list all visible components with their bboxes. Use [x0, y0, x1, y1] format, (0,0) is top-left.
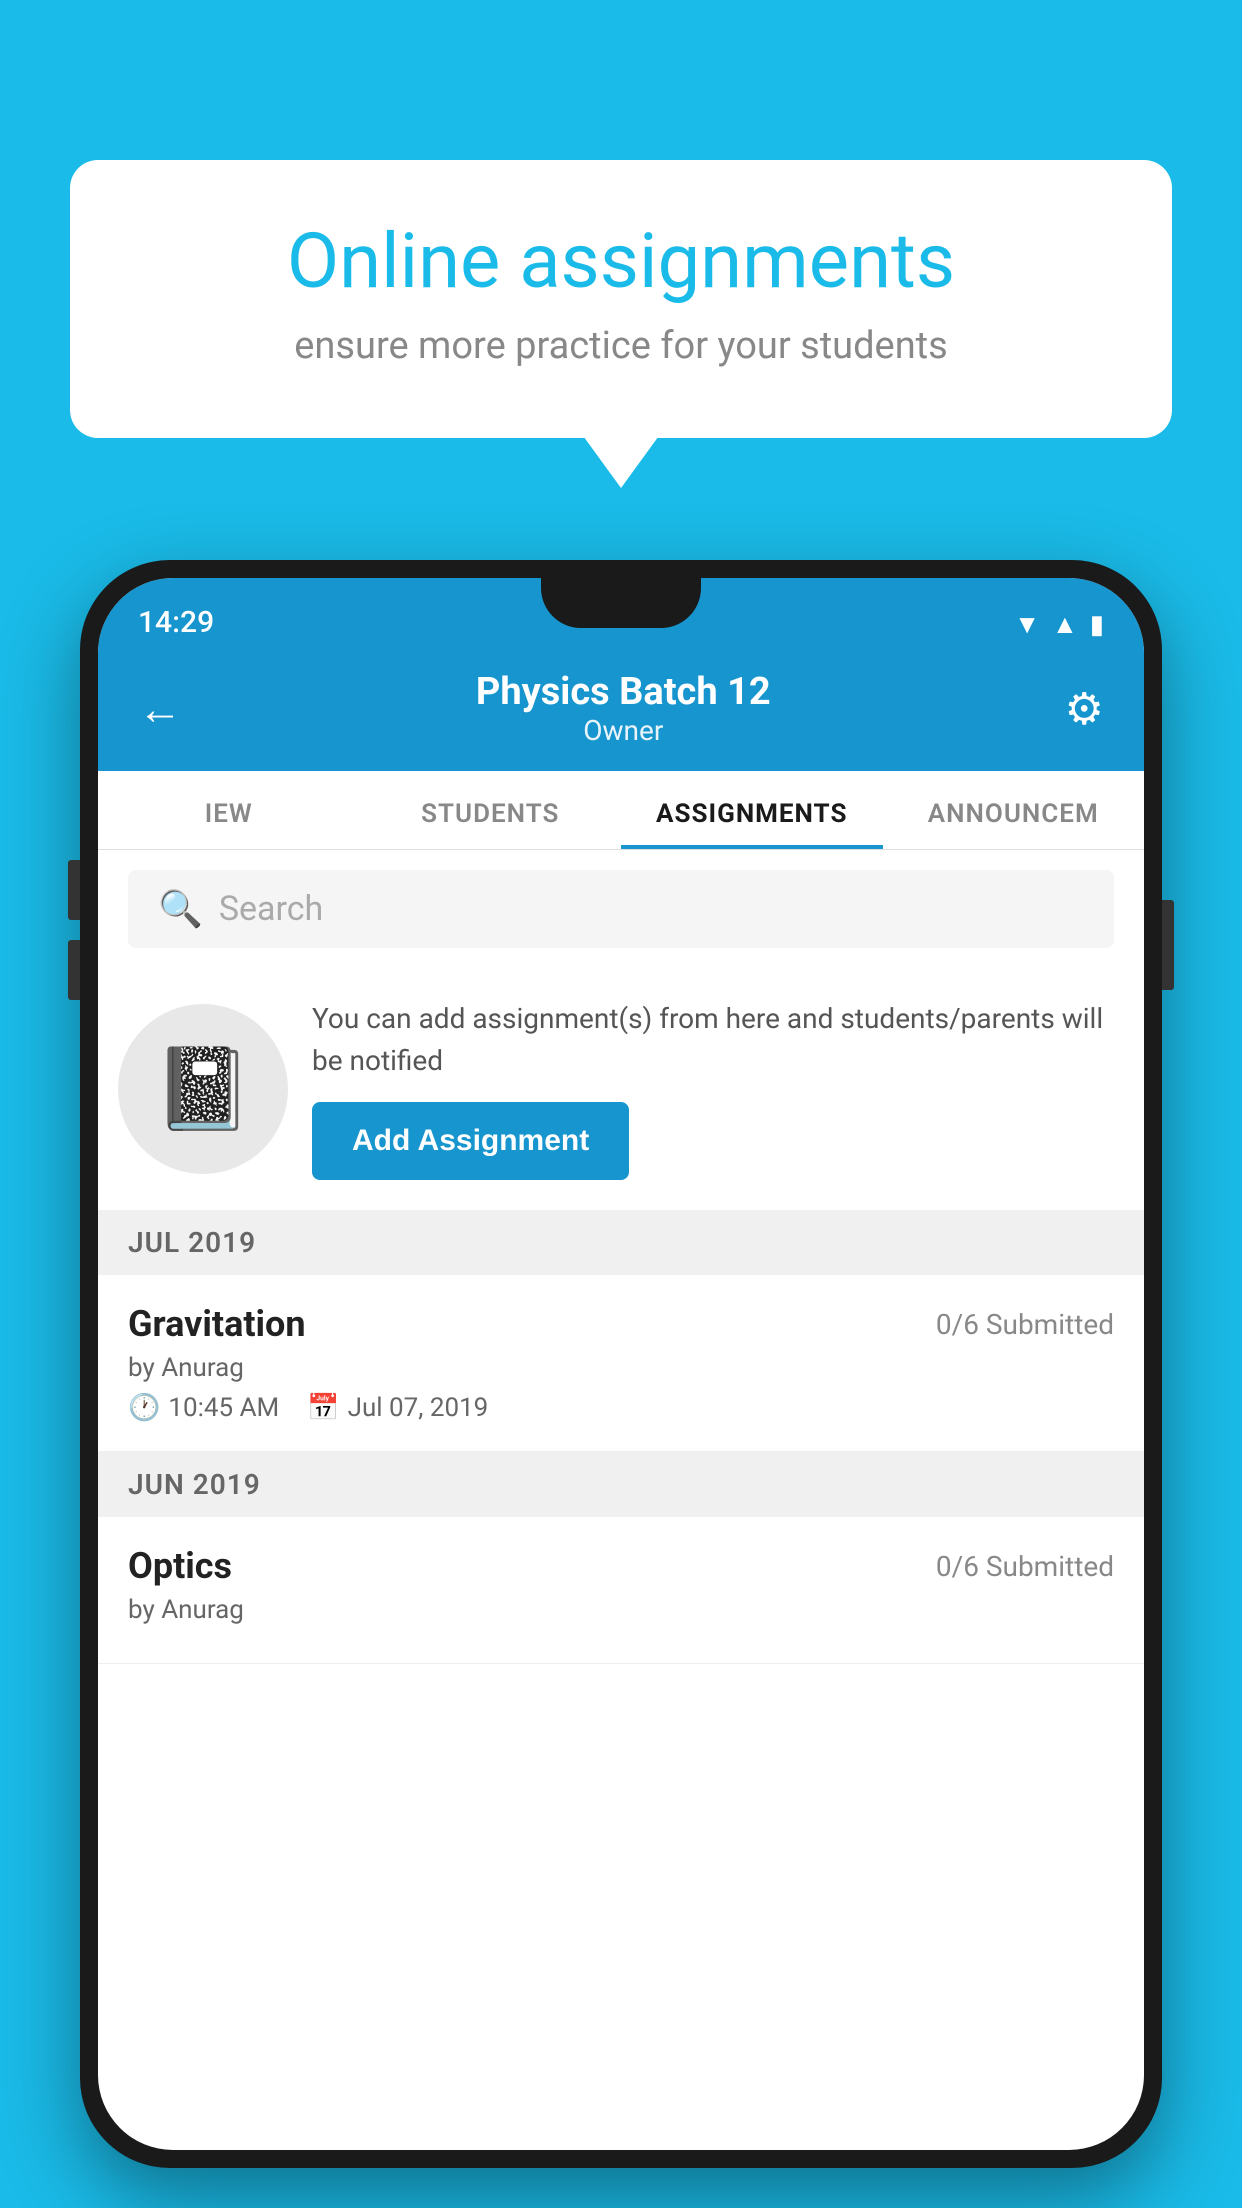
add-assignment-button[interactable]: Add Assignment: [312, 1102, 629, 1180]
volume-down-button: [68, 940, 80, 1000]
signal-icon: ▲: [1052, 609, 1078, 640]
header-title-group: Physics Batch 12 Owner: [182, 670, 1065, 747]
assignment-name-optics: Optics: [128, 1545, 232, 1587]
speech-bubble-subtitle: ensure more practice for your students: [140, 324, 1102, 368]
assignment-item-optics[interactable]: Optics 0/6 Submitted by Anurag: [98, 1517, 1144, 1664]
settings-icon[interactable]: ⚙: [1065, 683, 1104, 735]
speech-bubble: Online assignments ensure more practice …: [70, 160, 1172, 438]
phone-frame: 14:29 ▼ ▲ ▮ ← Physics Batch 12 Owner ⚙ I…: [80, 560, 1162, 2168]
promo-content: You can add assignment(s) from here and …: [312, 998, 1114, 1180]
section-month-jun: JUN 2019: [128, 1468, 261, 1501]
back-button[interactable]: ←: [138, 683, 182, 735]
section-month-jul: JUL 2019: [128, 1226, 256, 1259]
header-title: Physics Batch 12: [182, 670, 1065, 714]
assignment-item-gravitation[interactable]: Gravitation 0/6 Submitted by Anurag 🕐 10…: [98, 1275, 1144, 1452]
speech-bubble-container: Online assignments ensure more practice …: [70, 160, 1172, 438]
volume-up-button: [68, 860, 80, 920]
notebook-icon: 📓: [153, 1042, 253, 1136]
assignment-time-gravitation: 🕐 10:45 AM: [128, 1393, 279, 1423]
tab-announcements[interactable]: ANNOUNCEM: [883, 771, 1145, 849]
calendar-icon: 📅: [307, 1393, 339, 1423]
assignment-author-gravitation: by Anurag: [128, 1353, 1114, 1383]
search-input[interactable]: Search: [219, 889, 323, 929]
search-bar[interactable]: 🔍 Search: [128, 870, 1114, 948]
speech-bubble-title: Online assignments: [140, 220, 1102, 304]
assignment-date-gravitation: 📅 Jul 07, 2019: [307, 1393, 488, 1423]
promo-icon-circle: 📓: [118, 1004, 288, 1174]
app-header: ← Physics Batch 12 Owner ⚙: [98, 650, 1144, 771]
section-header-jul: JUL 2019: [98, 1210, 1144, 1275]
wifi-icon: ▼: [1014, 609, 1040, 640]
battery-icon: ▮: [1090, 610, 1104, 640]
assignment-submitted-optics: 0/6 Submitted: [936, 1550, 1114, 1583]
clock-icon: 🕐: [128, 1393, 160, 1423]
tab-assignments[interactable]: ASSIGNMENTS: [621, 771, 883, 849]
search-icon: 🔍: [158, 888, 203, 930]
assignment-name-gravitation: Gravitation: [128, 1303, 306, 1345]
search-container: 🔍 Search: [98, 850, 1144, 968]
assignment-meta-gravitation: 🕐 10:45 AM 📅 Jul 07, 2019: [128, 1393, 1114, 1423]
assignment-author-optics: by Anurag: [128, 1595, 1114, 1625]
status-time: 14:29: [138, 605, 214, 640]
header-subtitle: Owner: [182, 714, 1065, 747]
promo-description: You can add assignment(s) from here and …: [312, 998, 1114, 1082]
tab-students[interactable]: STUDENTS: [360, 771, 622, 849]
phone-notch: [541, 578, 701, 628]
tabs-container: IEW STUDENTS ASSIGNMENTS ANNOUNCEM: [98, 771, 1144, 850]
assignment-submitted-gravitation: 0/6 Submitted: [936, 1308, 1114, 1341]
assignment-header-row: Gravitation 0/6 Submitted: [128, 1303, 1114, 1345]
promo-section: 📓 You can add assignment(s) from here an…: [98, 968, 1144, 1210]
status-icons: ▼ ▲ ▮: [1014, 609, 1104, 640]
power-button: [1162, 900, 1174, 990]
tab-overview[interactable]: IEW: [98, 771, 360, 849]
section-header-jun: JUN 2019: [98, 1452, 1144, 1517]
assignment-header-row-optics: Optics 0/6 Submitted: [128, 1545, 1114, 1587]
phone-screen: 14:29 ▼ ▲ ▮ ← Physics Batch 12 Owner ⚙ I…: [98, 578, 1144, 2150]
